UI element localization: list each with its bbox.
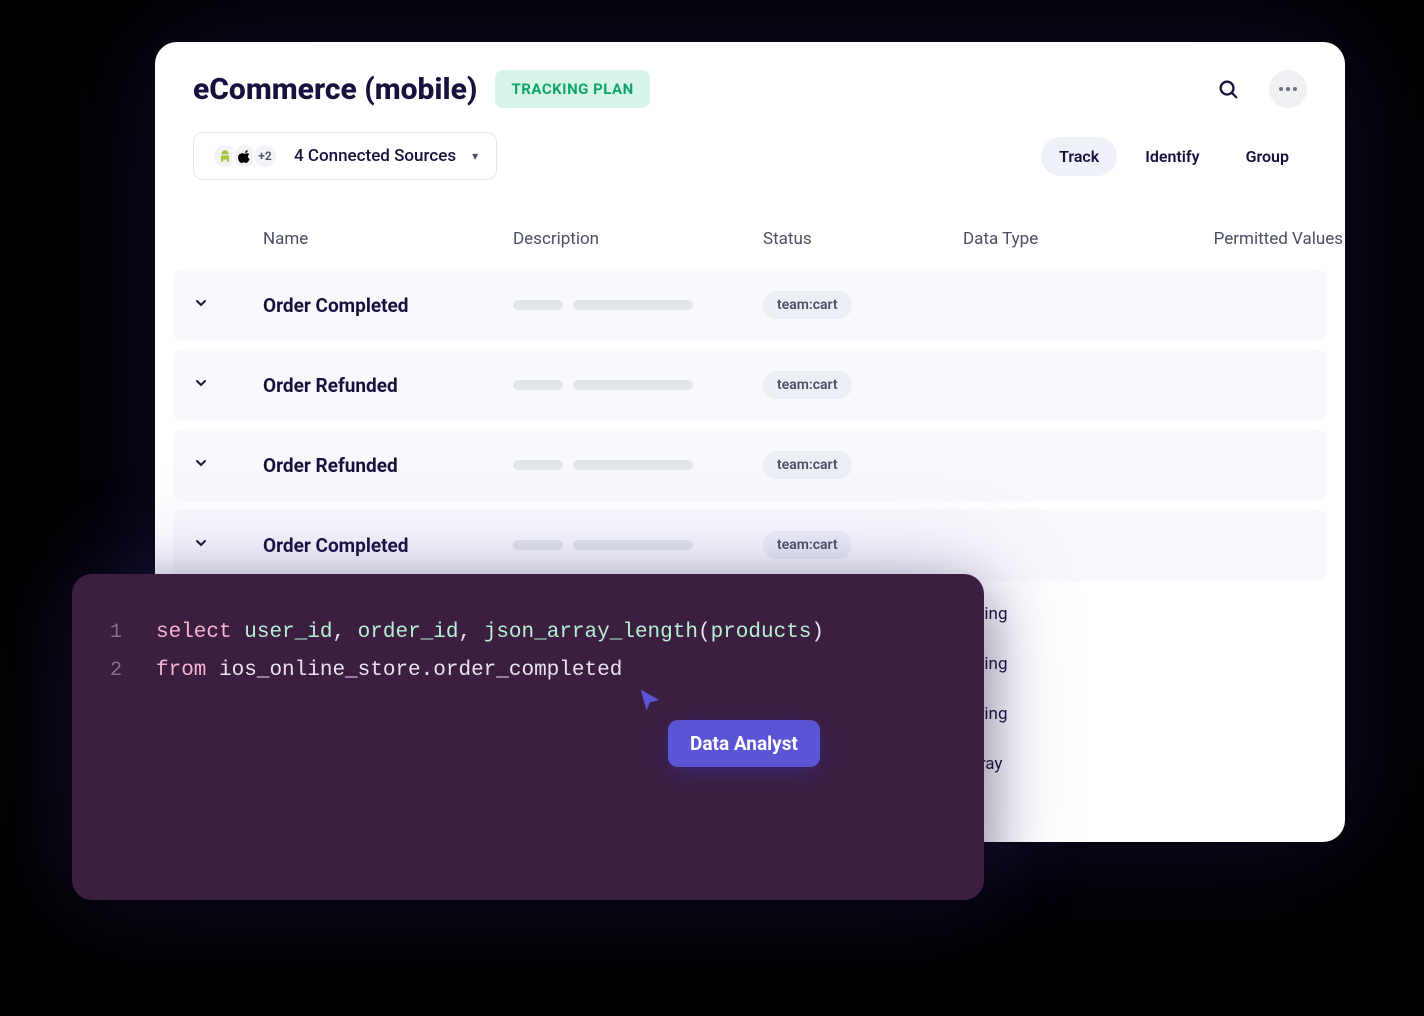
description-placeholder — [513, 460, 763, 470]
data-type-value: String — [963, 704, 1163, 724]
cursor-icon — [636, 686, 664, 714]
line-number: 2 — [102, 653, 122, 689]
event-name: Order Completed — [263, 294, 513, 317]
more-icon — [1279, 87, 1297, 91]
sql-editor-card: 1 select user_id, order_id, json_array_l… — [72, 574, 984, 900]
collaborator-label: Data Analyst — [668, 720, 820, 767]
connected-sources-button[interactable]: +2 4 Connected Sources ▾ — [193, 132, 497, 180]
col-description: Description — [513, 229, 763, 249]
status-badge: team:cart — [763, 371, 852, 399]
table-row: Order Refunded team:cart — [173, 429, 1327, 501]
search-button[interactable] — [1209, 70, 1247, 108]
data-type-value: String — [963, 654, 1163, 674]
subheader: +2 4 Connected Sources ▾ Track Identify … — [155, 118, 1345, 203]
collaborator-cursor: Data Analyst — [668, 720, 820, 767]
col-name: Name — [263, 229, 513, 249]
code-line: 2 from ios_online_store.order_completed — [102, 652, 954, 690]
status-badge: team:cart — [763, 451, 852, 479]
status-badge: team:cart — [763, 531, 852, 559]
status-badge: team:cart — [763, 291, 852, 319]
tab-identify[interactable]: Identify — [1127, 137, 1217, 176]
tab-group[interactable]: Group — [1228, 137, 1307, 176]
code-line: 1 select user_id, order_id, json_array_l… — [102, 614, 954, 652]
description-placeholder — [513, 300, 763, 310]
description-placeholder — [513, 540, 763, 550]
col-permitted-values: Permitted Values — [1163, 229, 1343, 249]
chevron-down-icon — [193, 455, 209, 471]
col-data-type: Data Type — [963, 229, 1163, 249]
table-row: Order Completed team:cart — [173, 509, 1327, 581]
data-type-value: String — [963, 604, 1163, 624]
col-status: Status — [763, 229, 963, 249]
description-placeholder — [513, 380, 763, 390]
data-type-value: Array — [963, 754, 1163, 774]
source-icons: +2 — [212, 143, 278, 169]
header-actions — [1209, 70, 1307, 108]
page-title: eCommerce (mobile) — [193, 72, 477, 107]
search-icon — [1217, 78, 1239, 100]
chevron-down-icon — [193, 535, 209, 551]
more-sources-count: +2 — [252, 143, 278, 169]
code-content: from ios_online_store.order_completed — [156, 652, 622, 690]
chevron-down-icon — [193, 295, 209, 311]
event-name: Order Refunded — [263, 454, 513, 477]
tracking-plan-badge: TRACKING PLAN — [495, 70, 649, 108]
event-name: Order Refunded — [263, 374, 513, 397]
code-content: select user_id, order_id, json_array_len… — [156, 614, 824, 652]
table-row: Order Refunded team:cart — [173, 349, 1327, 421]
tab-track[interactable]: Track — [1041, 137, 1117, 176]
line-number: 1 — [102, 615, 122, 651]
table-row: Order Completed team:cart — [173, 269, 1327, 341]
expand-row-button[interactable] — [193, 455, 263, 476]
title-row: eCommerce (mobile) TRACKING PLAN — [193, 70, 650, 108]
expand-row-button[interactable] — [193, 535, 263, 556]
card-header: eCommerce (mobile) TRACKING PLAN — [155, 42, 1345, 118]
chevron-down-icon — [193, 375, 209, 391]
sources-label: 4 Connected Sources — [294, 146, 456, 166]
expand-row-button[interactable] — [193, 295, 263, 316]
more-menu-button[interactable] — [1269, 70, 1307, 108]
event-name: Order Completed — [263, 534, 513, 557]
table-header: Name Description Status Data Type Permit… — [173, 203, 1327, 269]
chevron-down-icon: ▾ — [472, 149, 478, 163]
event-type-tabs: Track Identify Group — [1041, 137, 1307, 176]
expand-row-button[interactable] — [193, 375, 263, 396]
